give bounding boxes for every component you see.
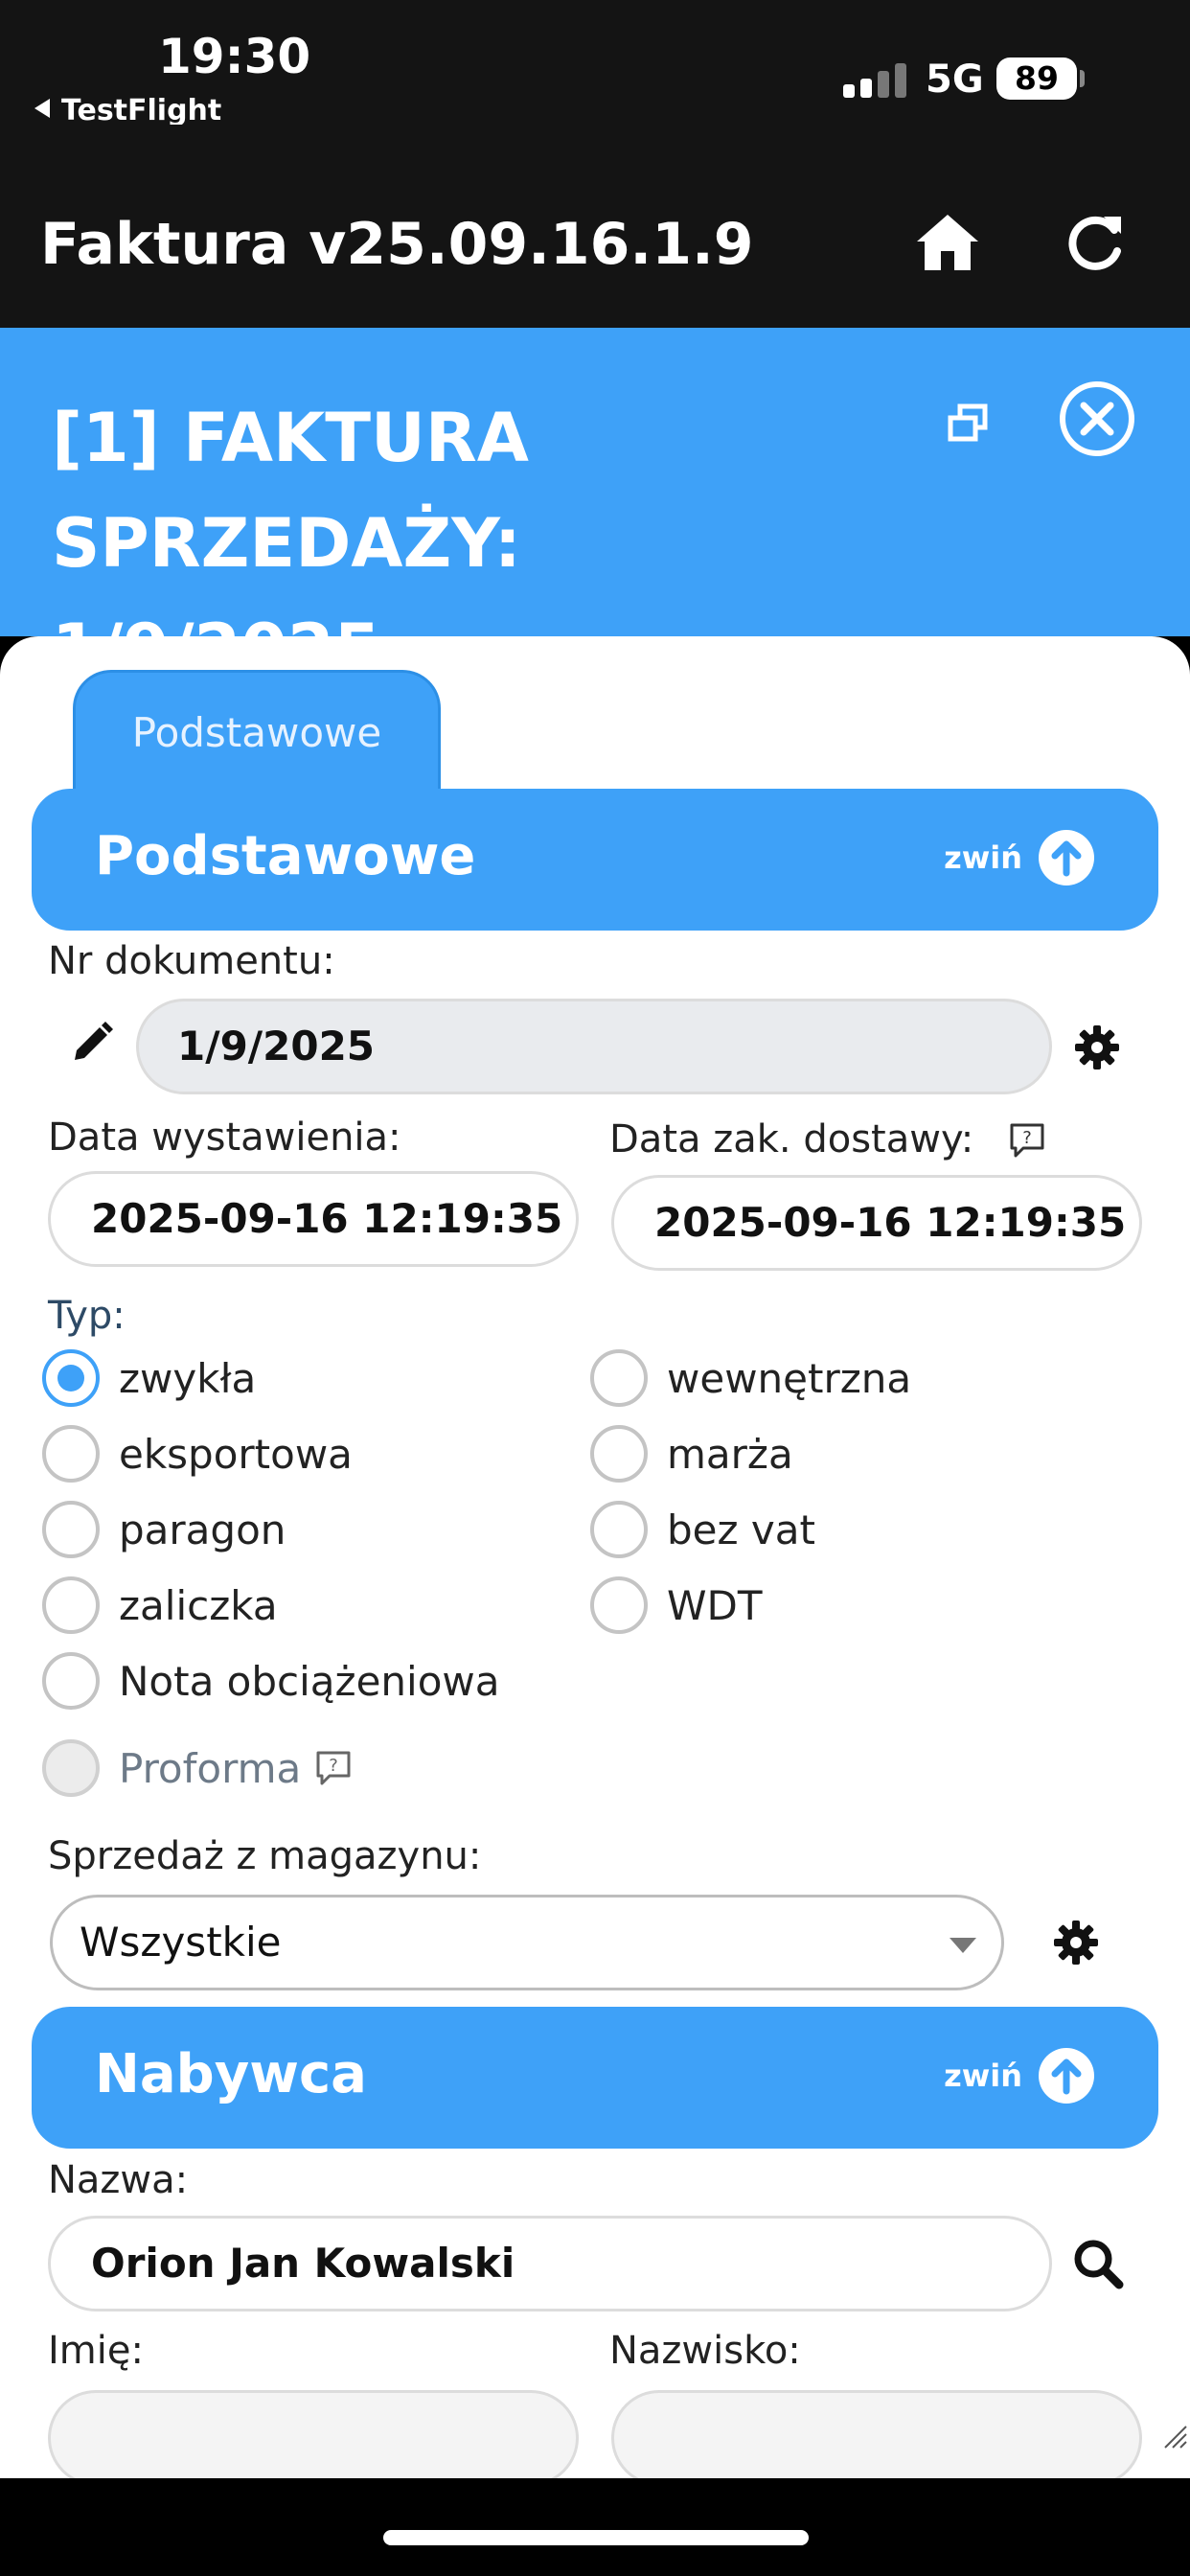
- radio-circle: [590, 1425, 648, 1483]
- type-radio-eksportowa[interactable]: eksportowa: [42, 1425, 353, 1483]
- type-label: Typ:: [48, 1294, 126, 1338]
- type-radio-zaliczka[interactable]: zaliczka: [42, 1576, 278, 1634]
- svg-text:?: ?: [330, 1756, 339, 1776]
- restore-window-icon[interactable]: [947, 402, 989, 445]
- radio-circle: [42, 1652, 100, 1710]
- collapse-label: zwiń: [944, 2058, 1022, 2094]
- app-title: Faktura v25.09.16.1.9: [40, 211, 754, 278]
- radio-circle: [42, 1349, 100, 1407]
- last-name-label: Nazwisko:: [609, 2329, 801, 2373]
- last-name-field[interactable]: [611, 2390, 1142, 2478]
- gear-icon[interactable]: [1052, 1919, 1100, 1966]
- delivery-date-field[interactable]: 2025-09-16 12:19:35: [611, 1175, 1142, 1271]
- warehouse-select[interactable]: Wszystkie: [50, 1895, 1004, 1990]
- type-radio-marza[interactable]: marża: [590, 1425, 793, 1483]
- type-option-label: zaliczka: [119, 1581, 278, 1629]
- type-radio-zwykla[interactable]: zwykła: [42, 1349, 256, 1407]
- form-content: Podstawowe Podstawowe zwiń Nr dokumentu:…: [0, 636, 1190, 2478]
- type-option-label: zwykła: [119, 1354, 257, 1402]
- svg-text:?: ?: [1022, 1128, 1032, 1148]
- doc-number-field[interactable]: 1/9/2025: [136, 999, 1052, 1094]
- collapse-label: zwiń: [944, 840, 1022, 876]
- document-title-line1: [1] FAKTURA SPRZEDAŻY:: [52, 399, 529, 583]
- warehouse-selected-value: Wszystkie: [80, 1919, 282, 1966]
- type-radio-paragon[interactable]: paragon: [42, 1501, 286, 1558]
- radio-circle: [42, 1501, 100, 1558]
- chevron-down-icon: [950, 1938, 976, 1953]
- status-time: 19:30: [158, 29, 311, 84]
- arrow-up-circle-icon: [1039, 2048, 1094, 2104]
- network-type: 5G: [926, 58, 984, 102]
- resize-grip-icon[interactable]: [1161, 2423, 1188, 2451]
- reload-button[interactable]: [1062, 209, 1129, 276]
- pencil-icon[interactable]: [67, 1020, 115, 1068]
- buyer-name-field[interactable]: Orion Jan Kowalski: [48, 2216, 1052, 2312]
- issue-date-field[interactable]: 2025-09-16 12:19:35: [48, 1171, 579, 1267]
- issue-date-label: Data wystawienia:: [48, 1116, 401, 1160]
- section-header-buyer[interactable]: Nabywca zwiń: [32, 2007, 1158, 2149]
- type-option-label: bez vat: [667, 1506, 815, 1553]
- first-name-label: Imię:: [48, 2329, 144, 2373]
- doc-number-label: Nr dokumentu:: [48, 939, 335, 983]
- type-radio-proforma: Proforma ?: [42, 1739, 353, 1797]
- radio-circle: [590, 1349, 648, 1407]
- back-to-testflight[interactable]: TestFlight: [34, 94, 221, 127]
- tab-podstawowe[interactable]: Podstawowe: [73, 670, 441, 794]
- battery-cap: [1080, 70, 1085, 87]
- radio-circle: [590, 1501, 648, 1558]
- home-button[interactable]: [914, 209, 981, 276]
- back-label: TestFlight: [61, 94, 222, 127]
- battery-icon: 89: [996, 58, 1077, 100]
- app-bar: Faktura v25.09.16.1.9: [0, 125, 1190, 328]
- collapse-basic-button[interactable]: zwiń: [944, 829, 1095, 886]
- delivery-date-label: Data zak. dostawy:: [609, 1117, 974, 1162]
- type-radio-wewnetrzna[interactable]: wewnętrzna: [590, 1349, 911, 1407]
- reload-icon: [1068, 216, 1121, 270]
- section-title-basic: Podstawowe: [95, 825, 476, 887]
- warehouse-label: Sprzedaż z magazynu:: [48, 1834, 482, 1878]
- comment-question-icon[interactable]: ?: [314, 1749, 353, 1787]
- type-option-label: marża: [667, 1430, 793, 1478]
- comment-question-icon[interactable]: ?: [1008, 1121, 1046, 1160]
- search-icon[interactable]: [1071, 2237, 1125, 2290]
- type-radio-nota-obciazeniowa[interactable]: Nota obciążeniowa: [42, 1652, 499, 1710]
- radio-circle: [42, 1425, 100, 1483]
- type-option-label: WDT: [667, 1581, 763, 1629]
- radio-circle: [42, 1739, 100, 1797]
- signal-icon: [843, 63, 906, 98]
- section-title-buyer: Nabywca: [95, 2043, 367, 2105]
- home-indicator[interactable]: [383, 2530, 809, 2545]
- type-option-label: eksportowa: [119, 1430, 353, 1478]
- buyer-name-label: Nazwa:: [48, 2158, 189, 2202]
- first-name-field[interactable]: [48, 2390, 579, 2478]
- arrow-up-circle-icon: [1039, 830, 1094, 886]
- section-header-basic[interactable]: Podstawowe zwiń: [32, 789, 1158, 931]
- radio-circle: [42, 1576, 100, 1634]
- type-option-label: wewnętrzna: [667, 1354, 912, 1402]
- type-option-label: paragon: [119, 1506, 286, 1553]
- document-header: [1] FAKTURA SPRZEDAŻY: 1/9/2025,: [0, 328, 1190, 688]
- type-option-label: Proforma: [119, 1744, 302, 1792]
- type-radio-bez-vat[interactable]: bez vat: [590, 1501, 815, 1558]
- home-icon: [917, 215, 978, 270]
- back-arrow-icon: [34, 99, 50, 118]
- status-bar: 19:30 TestFlight 5G 89: [0, 0, 1190, 127]
- collapse-buyer-button[interactable]: zwiń: [944, 2047, 1095, 2104]
- radio-circle: [590, 1576, 648, 1634]
- type-radio-wdt[interactable]: WDT: [590, 1576, 763, 1634]
- close-icon[interactable]: [1058, 380, 1136, 458]
- type-option-label: Nota obciążeniowa: [119, 1657, 500, 1705]
- gear-icon[interactable]: [1073, 1024, 1121, 1071]
